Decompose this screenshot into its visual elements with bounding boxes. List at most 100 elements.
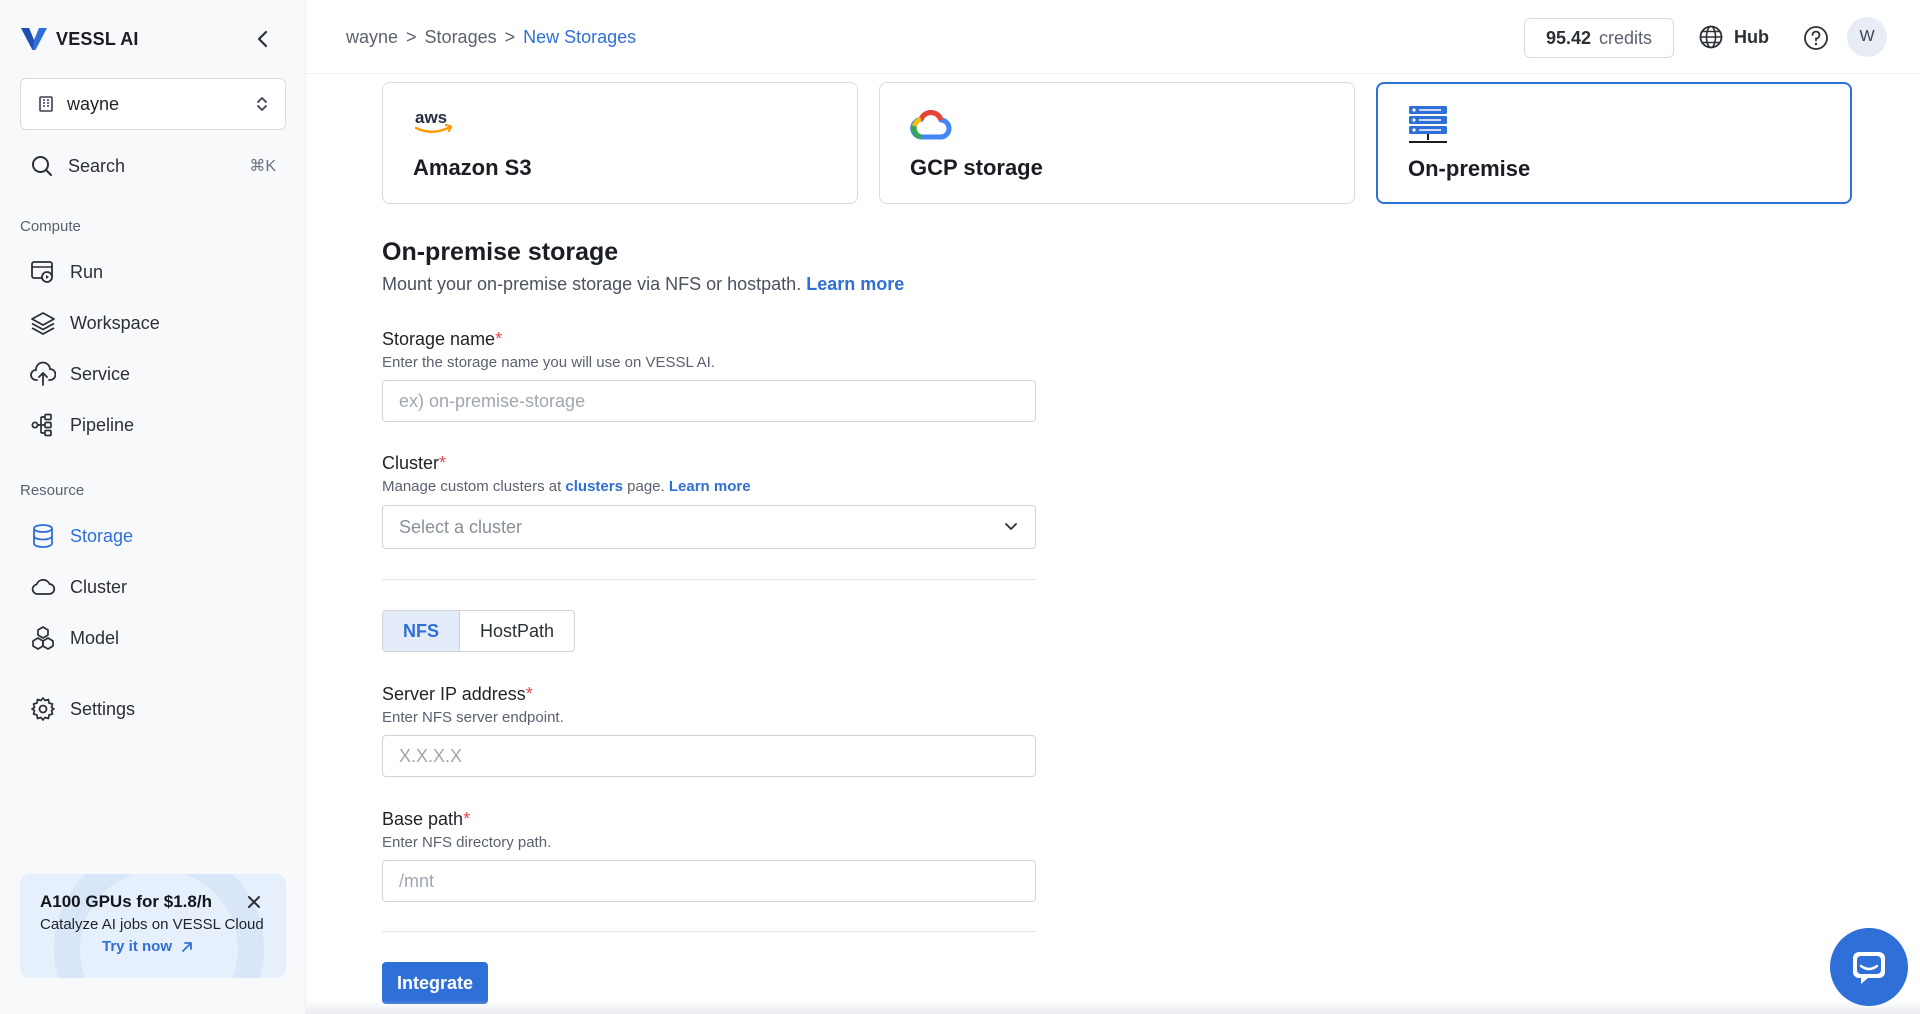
chat-support-button[interactable] (1830, 928, 1908, 1006)
sidebar-item-run[interactable]: Run (30, 258, 103, 286)
search-shortcut: ⌘K (249, 158, 276, 175)
cloud-upload-icon (30, 361, 56, 387)
breadcrumb-separator: > (406, 27, 417, 47)
provider-card-gcp-storage[interactable]: GCP storage (879, 82, 1355, 204)
hub-label: Hub (1734, 26, 1769, 47)
sidebar-item-label: Run (70, 261, 104, 282)
clusters-page-link[interactable]: clusters (565, 478, 623, 495)
database-icon (30, 523, 56, 549)
cluster-help-prefix: Manage custom clusters at (382, 478, 562, 495)
provider-card-label: On-premise (1408, 156, 1531, 181)
required-marker: * (495, 329, 503, 349)
form-description-text: Mount your on-premise storage via NFS or… (382, 274, 802, 294)
provider-card-amazon-s3[interactable]: aws Amazon S3 (382, 82, 858, 204)
search-label: Search (68, 155, 126, 176)
aws-logo: aws (414, 108, 453, 133)
gear-icon (30, 696, 56, 722)
cluster-learn-more-link[interactable]: Learn more (669, 478, 751, 495)
credits-badge[interactable]: 95.42 credits (1524, 18, 1674, 58)
help-button[interactable] (1802, 24, 1830, 52)
layers-icon (30, 310, 56, 336)
storage-name-help: Enter the storage name you will use on V… (382, 354, 715, 371)
promo-description: Catalyze AI jobs on VESSL Cloud (40, 916, 264, 933)
building-icon (39, 96, 53, 112)
required-marker: * (439, 453, 447, 473)
base-path-input[interactable] (382, 860, 1036, 902)
cloud-icon (30, 574, 56, 600)
server-ip-label: Server IP address* (382, 684, 533, 705)
search-icon (32, 156, 52, 176)
promo-try-link[interactable]: Try it now (102, 938, 194, 955)
mount-type-toggle: NFS HostPath (382, 610, 576, 652)
help-circle-icon (1804, 26, 1828, 50)
brand-name: VESSL AI (56, 28, 139, 49)
chevron-down-icon (1005, 523, 1017, 530)
credits-value: 95.42 (1545, 27, 1592, 48)
mount-type-nfs[interactable]: NFS (383, 611, 460, 651)
chevron-left-icon (257, 30, 268, 48)
base-path-label: Base path* (382, 809, 470, 830)
sidebar-item-label: Storage (70, 525, 134, 546)
cluster-select[interactable]: Select a cluster (382, 505, 1036, 549)
organization-selector[interactable]: wayne (20, 78, 286, 130)
sidebar-item-storage[interactable]: Storage (30, 522, 133, 550)
breadcrumb-current: New Storages (523, 27, 637, 47)
sidebar-item-service[interactable]: Service (30, 360, 130, 388)
base-path-help: Enter NFS directory path. (382, 834, 552, 851)
server-ip-help: Enter NFS server endpoint. (382, 709, 564, 726)
scroll-fade (306, 1000, 1920, 1014)
cluster-help-mid: page. (627, 478, 665, 495)
sidebar-item-pipeline[interactable]: Pipeline (30, 411, 134, 439)
sidebar-item-model[interactable]: Model (30, 624, 119, 652)
integrate-button[interactable]: Integrate (382, 962, 488, 1004)
brand[interactable]: VESSL AI (20, 26, 139, 52)
form-divider (382, 931, 1036, 932)
form-description: Mount your on-premise storage via NFS or… (382, 274, 904, 295)
run-icon (30, 259, 56, 285)
top-header: wayne > Storages > New Storages 95.42 cr… (306, 0, 1920, 74)
breadcrumb-storages[interactable]: Storages (425, 27, 497, 48)
sidebar-item-label: Model (70, 627, 120, 648)
sidebar-item-label: Cluster (70, 576, 128, 597)
organization-name: wayne (67, 93, 120, 114)
section-label-resource: Resource (20, 482, 85, 499)
storage-name-label-text: Storage name (382, 329, 496, 349)
breadcrumb: wayne > Storages > New Storages (346, 27, 636, 48)
mount-type-hostpath[interactable]: HostPath (460, 611, 574, 651)
vessl-logo-icon (21, 28, 47, 50)
sidebar-item-label: Settings (70, 698, 136, 719)
hub-button[interactable]: Hub (1698, 24, 1769, 50)
learn-more-link[interactable]: Learn more (806, 274, 904, 294)
sidebar-item-cluster[interactable]: Cluster (30, 573, 127, 601)
promo-close-button[interactable] (244, 892, 264, 912)
pipeline-icon (30, 412, 56, 438)
cluster-label: Cluster* (382, 453, 446, 474)
credits-unit: credits (1599, 27, 1653, 48)
gcp-logo (910, 109, 952, 140)
model-icon (30, 625, 56, 651)
sidebar-item-workspace[interactable]: Workspace (30, 309, 160, 337)
user-avatar[interactable]: W (1847, 17, 1887, 57)
cluster-select-placeholder: Select a cluster (399, 516, 523, 537)
breadcrumb-separator: > (504, 27, 516, 47)
promo-title: A100 GPUs for $1.8/h (40, 892, 212, 911)
server-rack-icon (1409, 106, 1447, 143)
sidebar-item-label: Workspace (70, 312, 160, 333)
server-ip-input[interactable] (382, 735, 1036, 777)
form-title: On-premise storage (382, 238, 619, 266)
storage-name-input[interactable] (382, 380, 1036, 422)
sidebar: VESSL AI wayne Search ⌘K Compute Run Wor… (0, 0, 306, 1014)
section-label-compute: Compute (20, 218, 81, 235)
sidebar-item-label: Pipeline (70, 414, 135, 435)
globe-icon (1699, 25, 1723, 49)
chevron-updown-icon (257, 97, 267, 111)
svg-text:aws: aws (415, 108, 447, 127)
breadcrumb-org[interactable]: wayne (346, 27, 398, 48)
sidebar-item-settings[interactable]: Settings (30, 695, 135, 723)
provider-card-label: GCP storage (910, 155, 1043, 180)
collapse-sidebar-button[interactable] (252, 28, 274, 50)
provider-card-on-premise[interactable]: On-premise (1376, 82, 1852, 204)
arrow-up-right-icon (182, 941, 192, 952)
search-button[interactable]: Search ⌘K (30, 154, 276, 178)
storage-name-label: Storage name* (382, 329, 502, 350)
